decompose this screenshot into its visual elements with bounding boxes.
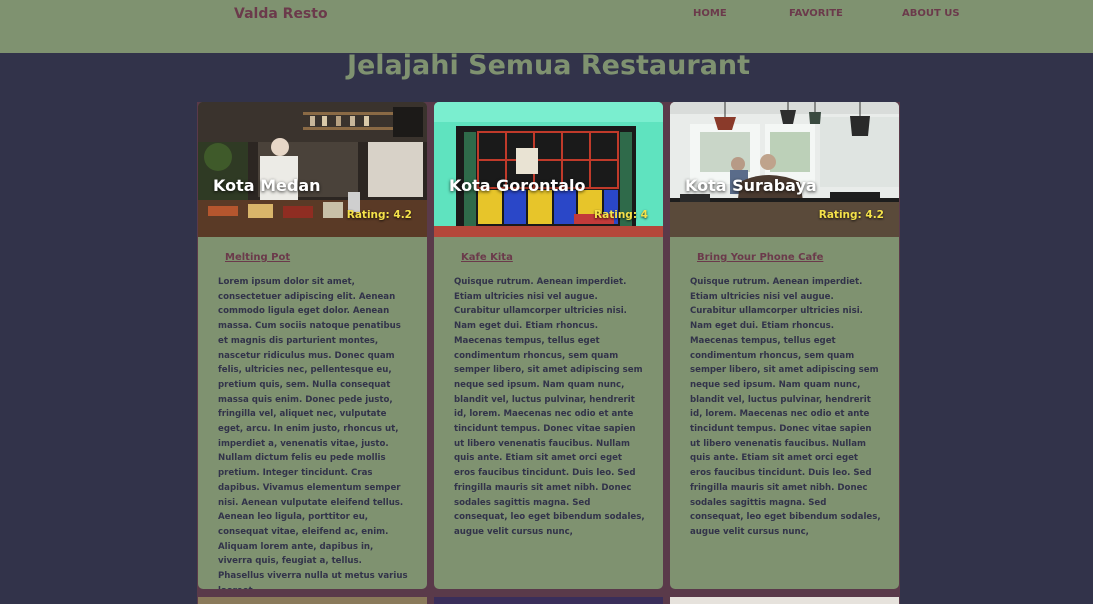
restaurant-image: Kota Medan Rating: 4.2 <box>198 102 427 237</box>
city-label: Kota Gorontalo <box>449 176 586 195</box>
nav-home-link[interactable]: HOME <box>693 8 727 19</box>
restaurant-card: Kota Medan Rating: 4.2 Melting Pot Lorem… <box>198 102 427 589</box>
restaurant-description: Quisque rutrum. Aenean imperdiet. Etiam … <box>690 277 881 537</box>
restaurant-description: Lorem ipsum dolor sit amet, consectetuer… <box>218 277 408 589</box>
brand-logo-text[interactable]: Valda Resto <box>234 6 328 22</box>
next-card-image-peek <box>434 597 663 604</box>
rating-label: Rating: 4.2 <box>818 209 884 221</box>
top-navbar: Valda Resto HOME FAVORITE ABOUT US <box>0 0 1093 53</box>
city-label: Kota Surabaya <box>685 176 817 195</box>
restaurant-card: Kota Gorontalo Rating: 4 Kafe Kita Quisq… <box>434 102 663 589</box>
rating-label: Rating: 4 <box>594 209 648 221</box>
restaurant-image: Kota Gorontalo Rating: 4 <box>434 102 663 237</box>
rating-label: Rating: 4.2 <box>346 209 412 221</box>
nav-about-link[interactable]: ABOUT US <box>902 8 960 19</box>
restaurant-image: Kota Surabaya Rating: 4.2 <box>670 102 899 237</box>
city-label: Kota Medan <box>213 176 321 195</box>
restaurant-card: Kota Surabaya Rating: 4.2 Bring Your Pho… <box>670 102 899 589</box>
restaurant-name-link[interactable]: Bring Your Phone Cafe <box>697 252 823 263</box>
restaurant-description: Quisque rutrum. Aenean imperdiet. Etiam … <box>454 277 645 537</box>
next-card-image-peek <box>198 597 427 604</box>
restaurant-name-link[interactable]: Melting Pot <box>225 252 290 263</box>
next-card-image-peek <box>670 597 899 604</box>
nav-favorite-link[interactable]: FAVORITE <box>789 8 843 19</box>
restaurant-name-link[interactable]: Kafe Kita <box>461 252 513 263</box>
page-title: Jelajahi Semua Restaurant <box>346 50 751 81</box>
